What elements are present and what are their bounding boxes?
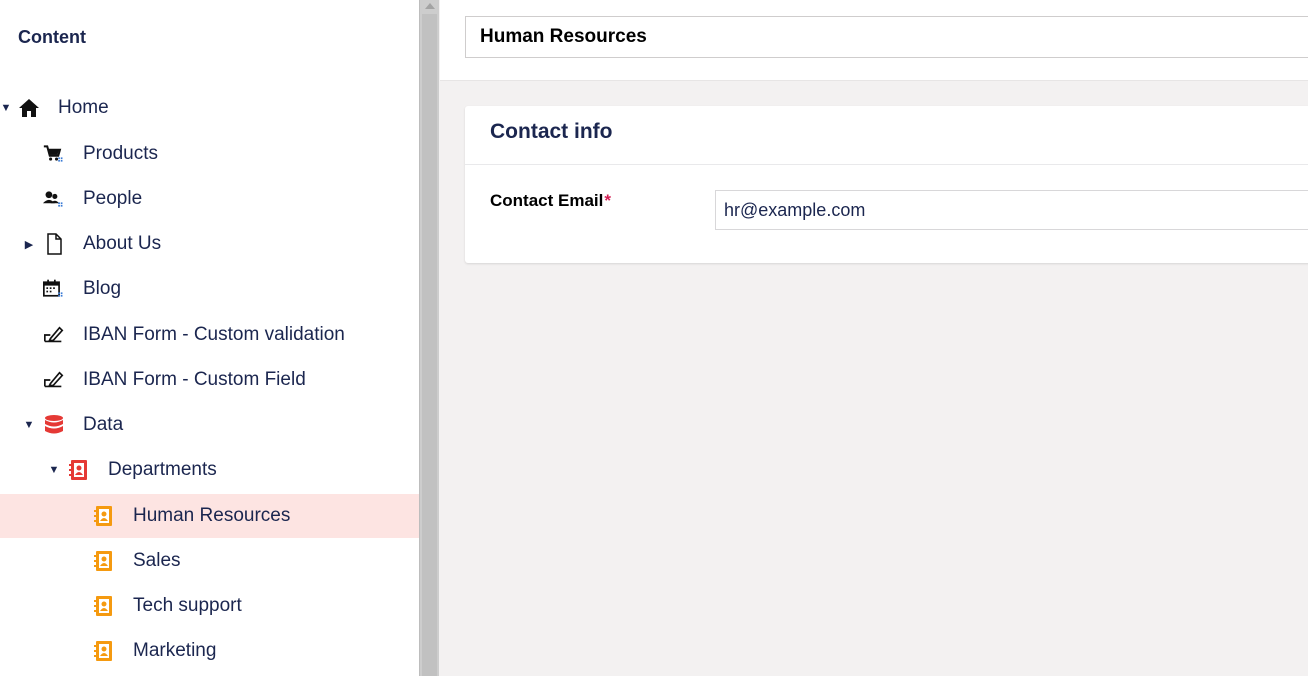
home-icon (18, 97, 40, 119)
tree-item-sales[interactable]: Sales (0, 539, 419, 583)
tree-item-label: Tech support (133, 595, 242, 616)
field-label-text: Contact Email (490, 191, 604, 210)
edit-form-icon (43, 369, 65, 391)
contact-book-icon (93, 505, 115, 527)
tree-item-label: Marketing (133, 640, 217, 661)
tree-item-label: Departments (108, 459, 217, 480)
sidebar-scrollbar[interactable] (419, 0, 439, 676)
tree-item-people[interactable]: People (0, 177, 419, 221)
tree-item-tech-support[interactable]: Tech support (0, 584, 419, 628)
editor-header (440, 0, 1308, 81)
node-name-input[interactable] (465, 16, 1308, 58)
tree-item-label: Sales (133, 550, 181, 571)
tree-item-departments[interactable]: ▼ Departments (0, 448, 419, 492)
tree-item-label: People (83, 188, 143, 209)
document-icon (43, 233, 65, 255)
contact-book-icon (93, 550, 115, 572)
contact-email-field[interactable] (715, 190, 1308, 230)
tree-item-label: Human Resources (133, 505, 291, 526)
required-marker: * (604, 191, 611, 210)
caret-down-icon[interactable]: ▼ (23, 403, 35, 447)
tree-item-home[interactable]: ▼ Home (0, 86, 419, 130)
users-icon (43, 188, 65, 210)
tree-item-label: Products (83, 143, 158, 164)
contact-email-label: Contact Email* (490, 191, 611, 211)
scrollbar-thumb[interactable] (422, 14, 437, 676)
tree-item-human-resources[interactable]: Human Resources (0, 494, 419, 538)
contact-book-icon (93, 640, 115, 662)
tree-item-label: IBAN Form - Custom validation (83, 324, 345, 345)
contact-book-icon (68, 459, 90, 481)
tree-item-label: Home (58, 97, 109, 118)
divider (465, 164, 1308, 165)
tree-item-label: Blog (83, 278, 122, 299)
caret-down-icon[interactable]: ▼ (0, 86, 12, 130)
tree-item-about-us[interactable]: ▶ About Us (0, 222, 419, 266)
tree-item-iban-custom-field[interactable]: IBAN Form - Custom Field (0, 358, 419, 402)
tree-item-data[interactable]: ▼ Data (0, 403, 419, 447)
edit-form-icon (43, 324, 65, 346)
tree-item-blog[interactable]: Blog (0, 267, 419, 311)
scroll-up-arrow-icon[interactable] (425, 3, 435, 9)
tree-item-products[interactable]: Products (0, 132, 419, 176)
contact-book-icon (93, 595, 115, 617)
tree-item-iban-custom-validation[interactable]: IBAN Form - Custom validation (0, 313, 419, 357)
tree-item-label: IBAN Form - Custom Field (83, 369, 306, 390)
database-icon (43, 414, 65, 436)
group-title: Contact info (490, 120, 613, 143)
sidebar-title: Content (18, 27, 86, 47)
tree-item-marketing[interactable]: Marketing (0, 629, 419, 673)
caret-right-icon[interactable]: ▶ (23, 222, 35, 266)
caret-down-icon[interactable]: ▼ (48, 448, 60, 492)
shopping-cart-icon (43, 143, 65, 165)
tree-item-label: About Us (83, 233, 162, 254)
contact-info-group: Contact info Contact Email* (465, 106, 1308, 263)
content-tree-sidebar: Content ▼ Home Products People ▶ About U… (0, 0, 419, 676)
tree-item-label: Data (83, 414, 124, 435)
calendar-icon (43, 278, 65, 300)
